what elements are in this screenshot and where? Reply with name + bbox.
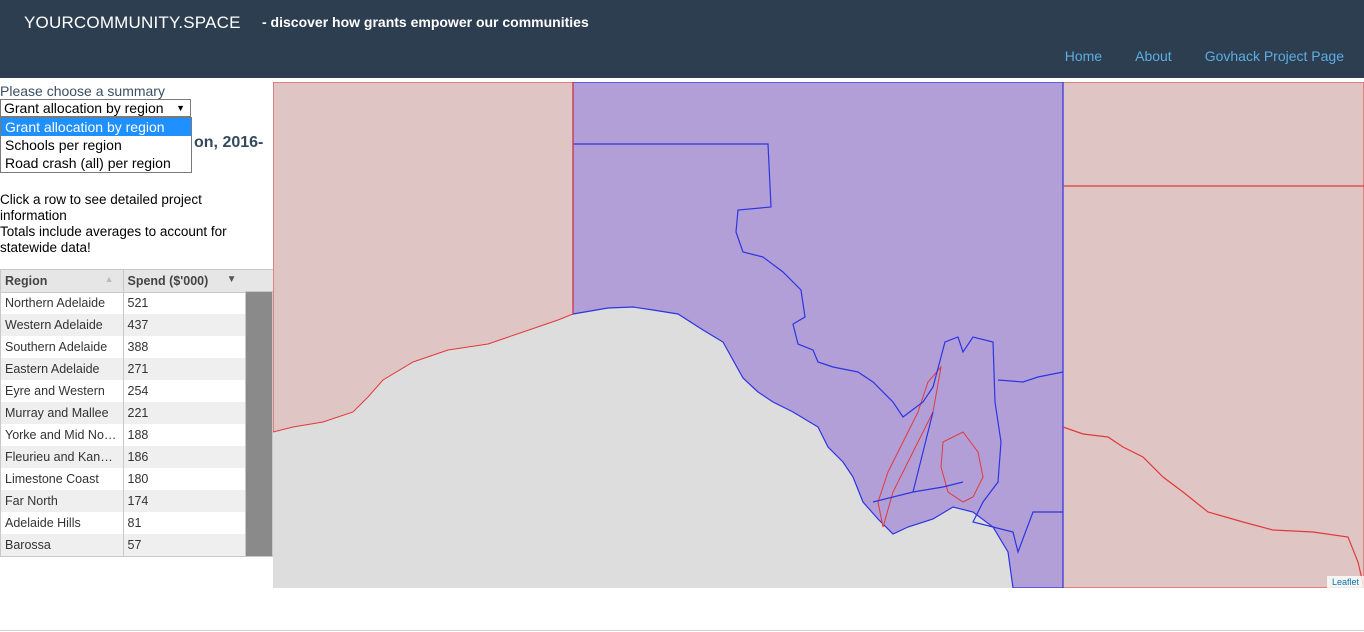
nav-links: Home About Govhack Project Page (1032, 48, 1344, 64)
south-australia-region (572, 82, 1064, 588)
map-attribution[interactable]: Leaflet (1326, 576, 1364, 588)
table-row[interactable]: Adelaide Hills 81 (1, 512, 246, 534)
region-cell: Eastern Adelaide (1, 358, 124, 380)
summary-select-value: Grant allocation by region (4, 100, 164, 116)
eastern-states-land (1062, 82, 1364, 588)
tagline: - discover how grants empower our commun… (262, 14, 589, 30)
region-cell: Barossa (1, 534, 124, 556)
info-line-click-row: Click a row to see detailed project info… (0, 192, 202, 223)
region-cell: Western Adelaide (1, 314, 124, 336)
top-navbar: YOURCOMMUNITY.SPACE - discover how grant… (0, 0, 1364, 78)
dropdown-option-schools[interactable]: Schools per region (1, 136, 191, 154)
dropdown-option-grant[interactable]: Grant allocation by region (1, 118, 191, 136)
spend-cell: 521 (123, 292, 246, 314)
spend-cell: 254 (123, 380, 246, 402)
table-row[interactable]: Eyre and Western 254 (1, 380, 246, 402)
info-text: Click a row to see detailed project info… (0, 192, 262, 256)
spend-cell: 180 (123, 468, 246, 490)
spend-cell: 437 (123, 314, 246, 336)
table-row[interactable]: Yorke and Mid No… 188 (1, 424, 246, 446)
region-cell: Yorke and Mid No… (1, 424, 124, 446)
summary-select[interactable]: Grant allocation by region ▼ (0, 99, 191, 117)
spend-cell: 174 (123, 490, 246, 512)
region-table: Region ▲ Spend ($'000) ▼ Northern Adelai… (0, 269, 273, 557)
region-cell: Northern Adelaide (1, 292, 124, 314)
summary-heading: on, 2016- (194, 134, 264, 151)
column-header-spend-label: Spend ($'000) (127, 273, 209, 288)
sort-descending-icon: ▼ (226, 273, 237, 285)
table-header-filler (245, 270, 273, 292)
spend-cell: 221 (123, 402, 246, 424)
western-australia-land (273, 82, 574, 433)
dropdown-option-road-crash[interactable]: Road crash (all) per region (1, 154, 191, 172)
table-row[interactable]: Southern Adelaide 388 (1, 336, 246, 358)
nav-about-link[interactable]: About (1135, 48, 1172, 64)
brand-logo[interactable]: YOURCOMMUNITY.SPACE (24, 13, 241, 33)
table-row[interactable]: Limestone Coast 180 (1, 468, 246, 490)
region-cell: Limestone Coast (1, 468, 124, 490)
nav-home-link[interactable]: Home (1065, 48, 1102, 64)
sort-ascending-icon: ▲ (104, 273, 114, 284)
table-row[interactable]: Eastern Adelaide 271 (1, 358, 246, 380)
table-row[interactable]: Fleurieu and Kan… 186 (1, 446, 246, 468)
spend-cell: 186 (123, 446, 246, 468)
region-cell: Adelaide Hills (1, 512, 124, 534)
chevron-down-icon: ▼ (176, 103, 185, 113)
region-cell: Eyre and Western (1, 380, 124, 402)
table-row[interactable]: Murray and Mallee 221 (1, 402, 246, 424)
region-cell: Murray and Mallee (1, 402, 124, 424)
spend-cell: 57 (123, 534, 246, 556)
spend-cell: 81 (123, 512, 246, 534)
spend-cell: 188 (123, 424, 246, 446)
spend-cell: 271 (123, 358, 246, 380)
column-header-region-label: Region (5, 273, 48, 288)
column-header-spend[interactable]: Spend ($'000) ▼ (123, 270, 246, 293)
region-cell: Southern Adelaide (1, 336, 124, 358)
nav-govhack-link[interactable]: Govhack Project Page (1205, 48, 1344, 64)
summary-label: Please choose a summary (0, 83, 165, 99)
info-line-totals: Totals include averages to account for s… (0, 224, 227, 255)
footer-divider (0, 630, 1364, 631)
table-body: Northern Adelaide 521 Western Adelaide 437 S… (1, 292, 246, 556)
map-svg (273, 82, 1364, 588)
region-cell: Far North (1, 490, 124, 512)
table-row[interactable]: Far North 174 (1, 490, 246, 512)
map-view[interactable]: Leaflet (273, 82, 1364, 588)
table-row[interactable]: Western Adelaide 437 (1, 314, 246, 336)
region-cell: Fleurieu and Kan… (1, 446, 124, 468)
column-header-region[interactable]: Region ▲ (1, 270, 124, 293)
table-row[interactable]: Northern Adelaide 521 (1, 292, 246, 314)
spend-cell: 388 (123, 336, 246, 358)
summary-dropdown-list: Grant allocation by region Schools per r… (0, 117, 192, 173)
left-panel: Please choose a summary Grant allocation… (0, 82, 273, 602)
table-row[interactable]: Barossa 57 (1, 534, 246, 556)
